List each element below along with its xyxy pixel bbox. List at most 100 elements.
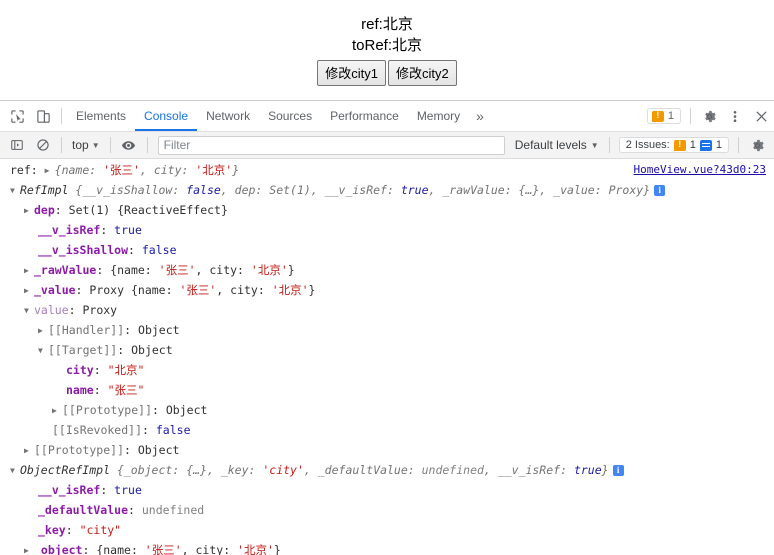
colon-target-city: : — [93, 363, 108, 377]
issues-info-badge-icon — [699, 139, 712, 151]
console-row-value-internal[interactable]: ▶ _value: Proxy {name: '张三', city: '北京'} — [0, 280, 774, 300]
console-row-isrevoked[interactable]: [[IsRevoked]]: false — [0, 420, 774, 440]
chevron-down-icon-value-accessor[interactable]: ▼ — [24, 301, 33, 321]
colon-target: : — [117, 343, 132, 357]
console-row-ori-isref[interactable]: __v_isRef: true — [0, 480, 774, 500]
chevron-down-icon-objectrefimpl[interactable]: ▼ — [10, 461, 19, 481]
ori-preview-c: , _defaultValue: — [303, 463, 422, 477]
console-row-object[interactable]: ▶ _object: {name: '张三', city: '北京'} — [0, 540, 774, 555]
value-target-name: "张三" — [107, 383, 145, 397]
prop-v-isshallow: __v_isShallow — [38, 243, 129, 257]
rawvalue-brace-close: } — [287, 263, 295, 277]
console-row-key[interactable]: _key: "city" — [0, 520, 774, 540]
console-row-handler[interactable]: ▶ [[Handler]]: Object — [0, 320, 774, 340]
console-row-isshallow[interactable]: __v_isShallow: false — [0, 240, 774, 260]
ref-preview-name-value: '张三' — [103, 163, 140, 177]
value-accessor-proxy: Proxy — [82, 303, 118, 317]
tab-network[interactable]: Network — [197, 101, 259, 131]
tab-performance[interactable]: Performance — [321, 101, 408, 131]
console-row-isref[interactable]: __v_isRef: true — [0, 220, 774, 240]
chevron-right-icon-target-prototype[interactable]: ▶ — [52, 401, 61, 421]
toolbar-divider — [61, 108, 62, 124]
colon-handler: : — [124, 323, 139, 337]
console-row-target[interactable]: ▼ [[Target]]: Object — [0, 340, 774, 360]
chevron-down-icon-refimpl[interactable]: ▼ — [10, 181, 19, 201]
colon-isref: : — [100, 223, 115, 237]
devtools-tabbar: Elements Console Network Sources Perform… — [0, 101, 774, 132]
prop-refimpl-prototype: [[Prototype]] — [34, 443, 125, 457]
gear-icon[interactable] — [696, 103, 722, 129]
console-sidebar-icon[interactable] — [4, 132, 30, 158]
prop-isrevoked: [[IsRevoked]] — [52, 423, 143, 437]
colon-target-prototype: : — [152, 403, 166, 417]
console-row-refimpl-prototype[interactable]: ▶ [[Prototype]]: Object — [0, 440, 774, 460]
object-comma: , city: — [181, 543, 238, 555]
console-row-objectrefimpl[interactable]: ▼ ObjectRefImpl {_object: {…}, _key: 'cit… — [0, 460, 774, 480]
warning-count-label: 1 — [667, 110, 674, 122]
console-row-value-accessor[interactable]: ▼ value: Proxy — [0, 300, 774, 320]
chevron-down-icon-levels: ▼ — [590, 140, 599, 150]
value-internal-name-str: '张三' — [179, 283, 217, 297]
tab-console[interactable]: Console — [135, 101, 198, 131]
prop-target: [[Target]] — [48, 343, 118, 357]
clear-console-icon[interactable] — [30, 132, 56, 158]
console-row-ref-preview[interactable]: ref: ▶ {name: '张三', city: '北京'} HomeView.… — [0, 160, 774, 180]
tab-memory[interactable]: Memory — [408, 101, 469, 131]
info-icon-refimpl[interactable]: i — [654, 185, 666, 196]
warning-badge-icon — [651, 110, 664, 122]
console-settings-gear-icon[interactable] — [744, 132, 770, 158]
chevron-right-icon-refimpl-prototype[interactable]: ▶ — [24, 441, 33, 461]
console-row-target-name[interactable]: name: "张三" — [0, 380, 774, 400]
objectrefimpl-class-name: ObjectRefImpl — [20, 463, 111, 477]
refimpl-rawvalue-value: {…} — [518, 183, 540, 197]
console-row-rawvalue[interactable]: ▶ _rawValue: {name: '张三', city: '北京'} — [0, 260, 774, 280]
inspect-element-icon[interactable] — [4, 103, 30, 129]
live-expression-icon[interactable] — [116, 132, 142, 158]
source-link[interactable]: HomeView.vue?43d0:23 — [634, 160, 766, 180]
more-tabs-icon[interactable]: » — [469, 108, 491, 124]
console-filter-input[interactable] — [157, 135, 505, 155]
filterbar-divider-1 — [61, 137, 62, 153]
object-brace-open: {name: — [96, 543, 145, 555]
chevron-right-icon-ref[interactable]: ▶ — [45, 161, 54, 181]
rawvalue-name-str: '张三' — [158, 263, 196, 277]
colon-defaultvalue: : — [128, 503, 142, 517]
chevron-down-icon-target[interactable]: ▼ — [38, 341, 47, 361]
console-row-dep[interactable]: ▶ dep: Set(1) {ReactiveEffect} — [0, 200, 774, 220]
colon-value-internal: : — [75, 283, 90, 297]
issues-warning-badge-icon — [673, 139, 686, 151]
ori-object-value: {…} — [186, 463, 207, 477]
devtools-panel: Elements Console Network Sources Perform… — [0, 100, 774, 555]
ori-isref-value: true — [573, 463, 602, 477]
info-icon-objectrefimpl[interactable]: i — [612, 465, 624, 476]
chevron-right-icon-value-internal[interactable]: ▶ — [24, 281, 33, 301]
modify-city2-button[interactable]: 修改city2 — [388, 60, 457, 86]
console-output[interactable]: ref: ▶ {name: '张三', city: '北京'} HomeView.… — [0, 160, 774, 555]
kebab-menu-icon[interactable] — [722, 103, 748, 129]
value-target-city: "北京" — [107, 363, 145, 377]
console-row-refimpl[interactable]: ▼ RefImpl {__v_isShallow: false, dep: Set… — [0, 180, 774, 200]
chevron-right-icon-handler[interactable]: ▶ — [38, 321, 47, 341]
modify-city1-button[interactable]: 修改city1 — [317, 60, 386, 86]
tab-sources[interactable]: Sources — [259, 101, 321, 131]
prop-ori-isref: __v_isRef — [38, 483, 101, 497]
warning-count-chip[interactable]: 1 — [646, 108, 681, 124]
value-internal-brace-close: } — [308, 283, 316, 297]
prop-dep: dep — [34, 203, 55, 217]
console-row-defaultvalue[interactable]: _defaultValue: undefined — [0, 500, 774, 520]
console-row-target-city[interactable]: city: "北京" — [0, 360, 774, 380]
prop-object: _object — [34, 543, 83, 555]
filterbar-divider-5 — [738, 137, 739, 153]
console-row-target-prototype[interactable]: ▶ [[Prototype]]: Object — [0, 400, 774, 420]
issues-chip[interactable]: 2 Issues: 1 1 — [618, 137, 729, 153]
device-toolbar-icon[interactable] — [30, 103, 56, 129]
colon-ori-isref: : — [100, 483, 115, 497]
log-levels-selector[interactable]: Default levels ▼ — [510, 138, 604, 152]
execution-context-selector[interactable]: top ▼ — [67, 138, 105, 152]
chevron-right-icon-rawvalue[interactable]: ▶ — [24, 261, 33, 281]
chevron-right-icon-dep[interactable]: ▶ — [24, 201, 33, 221]
ref-preview-city-value: '北京' — [195, 163, 233, 177]
tab-elements[interactable]: Elements — [67, 101, 135, 131]
chevron-right-icon-object[interactable]: ▶ — [24, 541, 33, 555]
close-icon[interactable] — [748, 103, 774, 129]
